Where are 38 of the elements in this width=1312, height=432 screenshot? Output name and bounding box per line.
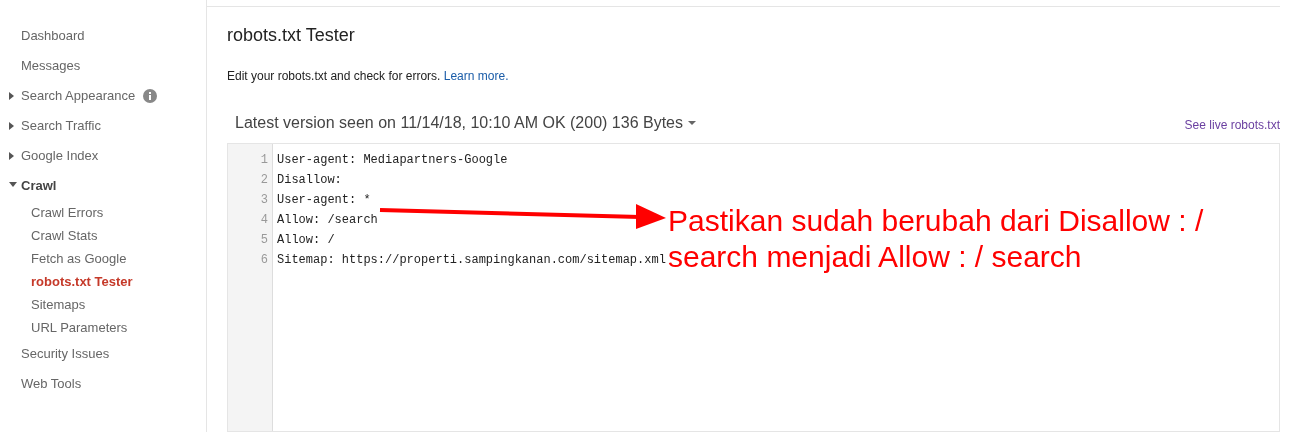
code-text: User-agent: * (277, 192, 371, 207)
sidebar-item[interactable]: Google Index (0, 141, 206, 171)
sidebar-item[interactable]: Security Issues (0, 339, 206, 369)
sidebar-subitem[interactable]: Sitemaps (0, 293, 206, 316)
caret-right-icon (9, 152, 14, 160)
sidebar-subitem[interactable]: robots.txt Tester (0, 270, 206, 293)
sidebar-item[interactable]: Messages (0, 51, 206, 81)
sidebar-item[interactable]: Web Tools (0, 369, 206, 399)
caret-down-icon (9, 182, 17, 187)
sidebar-item[interactable]: Search Traffic (0, 111, 206, 141)
line-number: 4 (259, 211, 269, 229)
code-text: Allow: /search (277, 212, 378, 227)
sidebar-item[interactable]: Dashboard (0, 21, 206, 51)
caret-right-icon (9, 92, 14, 100)
code-text: Disallow: (277, 172, 342, 187)
sidebar-subitem[interactable]: URL Parameters (0, 316, 206, 339)
line-number: 3 (259, 191, 269, 209)
line-number: 1 (259, 151, 269, 169)
code-text: User-agent: Mediapartners-Google (277, 152, 508, 167)
live-robots-link[interactable]: See live robots.txt (1184, 115, 1280, 134)
sidebar-item[interactable]: Crawl (0, 171, 206, 201)
version-dropdown[interactable]: Latest version seen on 11/14/18, 10:10 AM OK (200) 136 Bytes (227, 110, 696, 135)
annotation-text: Pastikan sudah berubah dari Disallow : / search menjadi Allow : / search (668, 203, 1205, 275)
info-icon[interactable] (143, 89, 158, 103)
line-number: 5 (259, 231, 269, 249)
learn-more-link[interactable]: Learn more. (443, 68, 509, 83)
sidebar-item[interactable]: Search Appearance (0, 81, 206, 111)
caret-down-icon (688, 120, 696, 125)
line-number: 2 (259, 171, 269, 189)
page-title: robots.txt Tester (227, 25, 356, 47)
description-text: Edit your robots.txt and check for errors. Learn more. (227, 67, 510, 85)
code-text: Allow: / (277, 232, 335, 247)
sidebar-subitem[interactable]: Crawl Stats (0, 224, 206, 247)
code-text: Sitemap: https://properti.sampingkanan.com/sitemap.xml (277, 252, 666, 267)
sidebar-subitem[interactable]: Crawl Errors (0, 201, 206, 224)
sidebar-subitem[interactable]: Fetch as Google (0, 247, 206, 270)
line-number: 6 (259, 251, 269, 269)
caret-right-icon (9, 122, 14, 130)
